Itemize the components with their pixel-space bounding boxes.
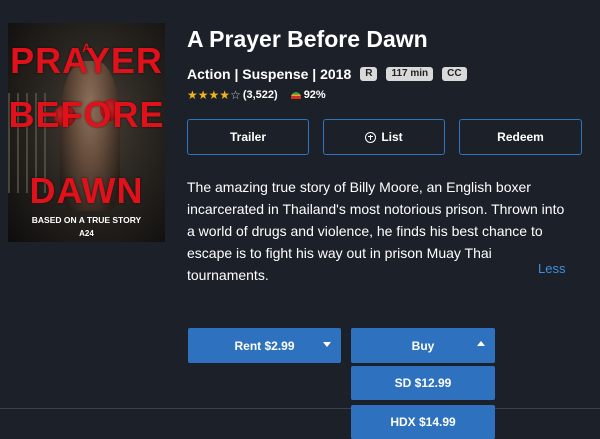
- rating-badge: R: [360, 67, 378, 81]
- buy-button[interactable]: Buy: [351, 328, 495, 363]
- star-icon: ★: [197, 88, 209, 102]
- poster-title-line-3: BEFORE: [8, 94, 165, 135]
- ratings-row: ★★★★☆ (3,522) 92%: [187, 88, 326, 102]
- cc-badge: CC: [442, 67, 467, 81]
- add-to-list-button[interactable]: List: [323, 119, 445, 155]
- star-icon: ★: [219, 88, 231, 102]
- list-label: List: [381, 130, 403, 144]
- redeem-label: Redeem: [497, 130, 544, 144]
- tomatometer-score: 92%: [303, 89, 326, 101]
- star-icon: ★: [208, 88, 220, 102]
- trailer-label: Trailer: [229, 130, 267, 144]
- poster-studio-logo: A24: [79, 229, 94, 238]
- poster-title-line-2: PRAYER: [10, 40, 163, 81]
- movie-meta: Action | Suspense | 2018 R 117 min CC: [187, 66, 467, 82]
- rent-button[interactable]: Rent $2.99: [188, 328, 341, 363]
- star-icon: ★: [187, 88, 198, 102]
- trailer-button[interactable]: Trailer: [187, 119, 309, 155]
- poster-tagline: BASED ON A TRUE STORY: [31, 215, 142, 225]
- buy-option-hdx-label: HDX $14.99: [390, 415, 456, 429]
- movie-title: A Prayer Before Dawn: [187, 26, 428, 52]
- star-rating: ★★★★☆: [187, 88, 241, 102]
- section-divider: [0, 408, 600, 409]
- genres-year: Action | Suspense | 2018: [187, 66, 352, 82]
- star-empty-icon: ☆: [230, 88, 241, 102]
- buy-option-sd[interactable]: SD $12.99: [351, 366, 495, 400]
- less-link[interactable]: Less: [538, 261, 565, 276]
- redeem-button[interactable]: Redeem: [459, 119, 582, 155]
- chevron-up-icon[interactable]: [477, 341, 485, 346]
- buy-option-sd-label: SD $12.99: [394, 376, 452, 390]
- buy-label: Buy: [411, 338, 435, 353]
- poster-title-line-4: DAWN: [29, 170, 144, 211]
- movie-description: The amazing true story of Billy Moore, a…: [187, 179, 565, 283]
- add-circle-icon: [365, 131, 377, 143]
- movie-poster: A PRAYER BEFORE DAWN BASED ON A TRUE STO…: [8, 23, 165, 242]
- rating-count: (3,522): [242, 89, 278, 101]
- tomatometer-icon: [290, 91, 301, 99]
- buy-option-hdx[interactable]: HDX $14.99: [351, 405, 495, 439]
- rent-label: Rent $2.99: [234, 338, 295, 353]
- chevron-down-icon[interactable]: [323, 342, 331, 347]
- runtime-badge: 117 min: [386, 67, 434, 81]
